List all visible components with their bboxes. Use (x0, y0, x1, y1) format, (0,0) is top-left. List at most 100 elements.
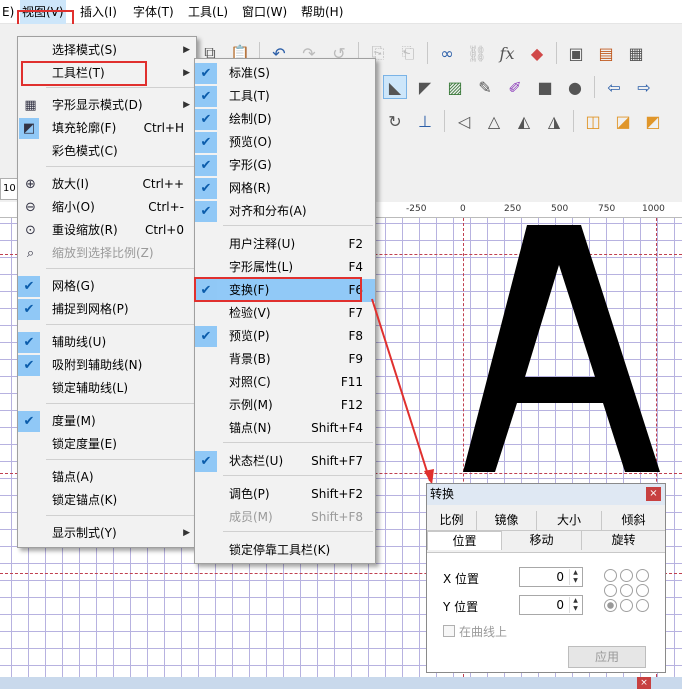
toolbar-menu-item-label: 字形(G) (229, 158, 272, 172)
toolbar-menu-item[interactable]: ✔ 工具(T) (195, 85, 375, 108)
close-icon[interactable]: × (646, 487, 661, 501)
tab-rotate[interactable]: 旋转 (582, 531, 665, 550)
toolbar-menu-item[interactable]: 用户注释(U) F2 (195, 233, 375, 256)
arrow-right-icon[interactable]: ⇨ (632, 75, 656, 99)
eraser-icon[interactable]: ◆ (525, 41, 549, 65)
tab-skew[interactable]: 倾斜 (602, 511, 665, 530)
spinner-icon[interactable]: ▲ ▼ (569, 597, 581, 613)
menu-window[interactable]: 窗口(W) (240, 0, 289, 24)
view-menu-item[interactable]: ▦ 字形显示模式(D) ▶ (18, 94, 196, 117)
anchor-radio-middle-center[interactable] (620, 584, 633, 597)
toolbar-menu-item[interactable]: 锚点(N) Shift+F4 (195, 417, 375, 440)
view-menu-item[interactable]: 彩色模式(C) (18, 140, 196, 163)
toolbar-menu-item[interactable]: 检验(V) F7 (195, 302, 375, 325)
rotate-icon[interactable]: ↻ (383, 109, 407, 133)
toolbar-menu-item[interactable]: 调色(P) Shift+F2 (195, 483, 375, 506)
x-position-field[interactable]: 0 ▲ ▼ (519, 567, 583, 587)
y-position-field[interactable]: 0 ▲ ▼ (519, 595, 583, 615)
toolbar-menu-item[interactable]: 对照(C) F11 (195, 371, 375, 394)
tab-move[interactable]: 移动 (502, 531, 582, 550)
anchor-radio-middle-left[interactable] (604, 584, 617, 597)
anchor-radio-top-right[interactable] (636, 569, 649, 582)
close-icon[interactable]: × (637, 677, 651, 689)
toolbar-menu-item[interactable]: 字形属性(L) F4 (195, 256, 375, 279)
view-menu-item[interactable]: ✔ 吸附到辅助线(N) (18, 354, 196, 377)
view-menu-item: ⌕ 缩放到选择比例(Z) (18, 242, 196, 265)
zoom-field[interactable]: 10 (0, 178, 18, 200)
menu-font[interactable]: 字体(T) (131, 0, 176, 24)
anchor-radio-top-left[interactable] (604, 569, 617, 582)
toolbar-menu-item[interactable]: 背景(B) F9 (195, 348, 375, 371)
view-menu-item[interactable]: ◩ 填充轮廓(F) Ctrl+H (18, 117, 196, 140)
tab-mirror[interactable]: 镜像 (477, 511, 537, 530)
toolbar-menu-item[interactable]: 示例(M) F12 (195, 394, 375, 417)
checkmark-icon: ✔ (195, 178, 217, 199)
view-menu-item[interactable]: ✔ 捕捉到网格(P) (18, 298, 196, 321)
unlink-icon[interactable]: ⛓ (465, 41, 489, 65)
pointer-tool-icon[interactable]: ◣ (383, 75, 407, 99)
toolbar-menu-item[interactable]: ✔ 状态栏(U) Shift+F7 (195, 450, 375, 473)
spinner-icon[interactable]: ▲ ▼ (569, 569, 581, 585)
preview-icon[interactable]: ▤ (594, 41, 618, 65)
toolbar-menu-item[interactable]: ✔ 标准(S) (195, 62, 375, 85)
view-menu-item-label: 选择模式(S) (52, 43, 117, 57)
link-icon[interactable]: ∞ (435, 41, 459, 65)
tab-position[interactable]: 位置 (427, 531, 502, 550)
toolbar-menu-item-label: 预览(O) (229, 135, 272, 149)
toolbar-menu-item-label: 对齐和分布(A) (229, 204, 307, 218)
anchor-radio-top-center[interactable] (620, 569, 633, 582)
skew-left-icon[interactable]: ◭ (512, 109, 536, 133)
ellipse-tool-icon[interactable]: ● (563, 75, 587, 99)
view-menu-item[interactable]: ⊖ 缩小(O) Ctrl+- (18, 196, 196, 219)
report-icon[interactable]: ▦ (624, 41, 648, 65)
toolbar-menu-item[interactable]: ✔ 预览(P) F8 (195, 325, 375, 348)
brush-tool-icon[interactable]: ✎ (473, 75, 497, 99)
anchor-radio-middle-right[interactable] (636, 584, 649, 597)
properties-icon[interactable]: ▣ (564, 41, 588, 65)
view-menu-item[interactable]: 锁定锚点(K) (18, 489, 196, 512)
glyph-outline[interactable] (455, 225, 665, 475)
menu-insert[interactable]: 插入(I) (78, 0, 119, 24)
view-menu-item[interactable]: 显示制式(Y) ▶ (18, 522, 196, 545)
flip-vertical-icon[interactable]: △ (482, 109, 506, 133)
tab-scale[interactable]: 比例 (427, 511, 477, 530)
on-curve-checkbox[interactable] (443, 625, 455, 637)
anchor-radio-bottom-right[interactable] (636, 599, 649, 612)
toolbar-menu-item[interactable]: ✔ 字形(G) (195, 154, 375, 177)
view-menu-item[interactable]: 锁定辅助线(L) (18, 377, 196, 400)
anchor-radio-bottom-left[interactable] (604, 599, 617, 612)
menu-help[interactable]: 帮助(H) (299, 0, 345, 24)
subtract-icon[interactable]: ◩ (641, 109, 665, 133)
toolbar-menu-item[interactable]: ✔ 预览(O) (195, 131, 375, 154)
flip-horizontal-icon[interactable]: ◁ (452, 109, 476, 133)
toolbar-menu-item[interactable]: ✔ 网格(R) (195, 177, 375, 200)
function-icon[interactable]: fx (495, 41, 519, 65)
tab-size[interactable]: 大小 (537, 511, 602, 530)
rectangle-tool-icon[interactable]: ■ (533, 75, 557, 99)
menu-tools[interactable]: 工具(L) (186, 0, 230, 24)
view-menu-item[interactable]: ✔ 辅助线(U) (18, 331, 196, 354)
toolbar-menu-item[interactable]: 锁定停靠工具栏(K) (195, 539, 375, 562)
reset-zoom-icon: ⊙ (25, 223, 36, 238)
glyph-paste-icon[interactable]: ⎗ (396, 41, 420, 65)
align-tool-icon[interactable]: ⊥ (413, 109, 437, 133)
view-menu-item[interactable]: 选择模式(S) ▶ (18, 39, 196, 62)
node-tool-icon[interactable]: ◤ (413, 75, 437, 99)
toolbar-menu-item[interactable]: ✔ 对齐和分布(A) (195, 200, 375, 223)
pen-tool-icon[interactable]: ✐ (503, 75, 527, 99)
apply-button[interactable]: 应用 (568, 646, 646, 668)
toolbar-menu-item[interactable]: ✔ 绘制(D) (195, 108, 375, 131)
view-menu-item[interactable]: 锚点(A) (18, 466, 196, 489)
image-tool-icon[interactable]: ▨ (443, 75, 467, 99)
arrow-left-icon[interactable]: ⇦ (602, 75, 626, 99)
view-menu-item[interactable]: ✔ 网格(G) (18, 275, 196, 298)
union-icon[interactable]: ◫ (581, 109, 605, 133)
menu-edit[interactable]: E) (0, 0, 16, 24)
view-menu-item[interactable]: ✔ 度量(M) (18, 410, 196, 433)
anchor-radio-bottom-center[interactable] (620, 599, 633, 612)
view-menu-item[interactable]: ⊕ 放大(I) Ctrl++ (18, 173, 196, 196)
skew-right-icon[interactable]: ◮ (542, 109, 566, 133)
view-menu-item[interactable]: 锁定度量(E) (18, 433, 196, 456)
intersect-icon[interactable]: ◪ (611, 109, 635, 133)
view-menu-item[interactable]: ⊙ 重设缩放(R) Ctrl+0 (18, 219, 196, 242)
